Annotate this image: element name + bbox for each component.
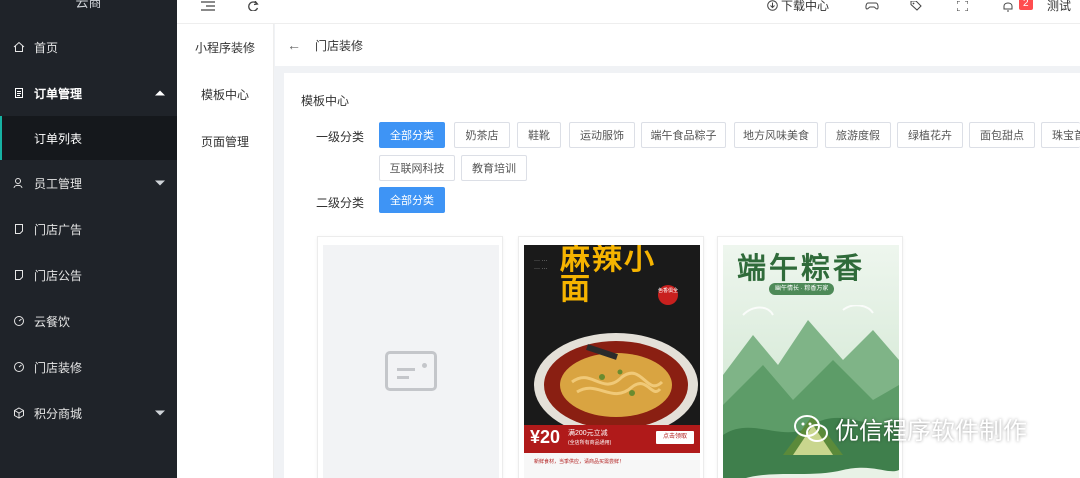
level1-tag-local-food[interactable]: 地方风味美食: [734, 122, 818, 148]
sidebar-item-staff[interactable]: 员工管理: [0, 160, 177, 206]
notice-text: 新鲜食材，当季供应，请商品买需尝鲜！: [534, 459, 625, 465]
sidebar-item-points-mall[interactable]: 积分商城: [0, 390, 177, 436]
wechat-icon: [794, 414, 828, 442]
sidebar-subitem-order-list[interactable]: 订单列表: [0, 116, 177, 160]
offer-text: 满200元立减 (全店所有商品通用): [568, 429, 611, 448]
page-icon: [12, 222, 26, 236]
level2-category-label: 二级分类: [316, 196, 365, 210]
offer-title: 满200元立减: [568, 430, 608, 437]
sidebar-item-store-notice[interactable]: 门店公告: [0, 252, 177, 298]
back-arrow-icon[interactable]: ←: [287, 37, 301, 53]
sidebar-subitem-label: 订单列表: [34, 131, 83, 146]
offer-note: (全店所有商品通用): [568, 440, 612, 446]
sidebar-item-label: 员工管理: [34, 176, 83, 191]
page-header: ← 门店装修: [275, 24, 1080, 66]
template-card-blank[interactable]: [317, 236, 503, 478]
poster-title: 麻辣小面: [560, 245, 656, 307]
download-center-label: 下载中心: [781, 0, 830, 13]
template-card-noodle[interactable]: ··· ··· ··· ··· 麻辣小面 色香俱全 ¥20 满200元立减 (全…: [518, 236, 704, 478]
download-center-button[interactable]: 下载中心: [767, 0, 829, 14]
level1-category-label: 一级分类: [316, 130, 365, 144]
bell-icon[interactable]: [1002, 0, 1014, 12]
sidebar-item-label: 云餐饮: [34, 314, 71, 329]
level1-tag-jewelry[interactable]: 珠宝首: [1041, 122, 1080, 148]
level1-tag-internet-tech[interactable]: 互联网科技: [379, 155, 455, 181]
gauge-icon: [12, 360, 26, 374]
notice-strip: 新鲜食材，当季供应，请商品买需尝鲜！: [524, 453, 700, 478]
brand-name: 云商: [75, 0, 102, 10]
top-header: 下载中心 2 测试: [177, 0, 1080, 24]
sidebar-item-label: 门店公告: [34, 268, 83, 283]
document-icon: [12, 86, 26, 100]
level1-tag-travel[interactable]: 旅游度假: [825, 122, 891, 148]
poster-subtitle: 幽午情长 · 粽香万家: [769, 283, 835, 295]
chevron-down-icon: [155, 410, 165, 416]
sidebar-item-orders[interactable]: 订单管理: [0, 70, 177, 116]
image-placeholder-icon: [385, 351, 437, 391]
gauge-icon: [12, 314, 26, 328]
decoration-subnav: 小程序装修 模板中心 页面管理: [177, 24, 274, 478]
watermark-text: 优信程序软件制作: [835, 418, 1027, 445]
sidebar-item-label: 门店装修: [34, 360, 83, 375]
sidebar-item-store-decoration[interactable]: 门店装修: [0, 344, 177, 390]
level2-tag-all[interactable]: 全部分类: [379, 187, 445, 213]
level1-tag-zongzi[interactable]: 端午食品粽子: [641, 122, 726, 148]
notification-badge: 2: [1019, 0, 1033, 10]
tag-icon[interactable]: [910, 0, 922, 12]
noodle-poster: ··· ··· ··· ··· 麻辣小面 色香俱全 ¥20 满200元立减 (全…: [524, 245, 700, 478]
user-icon: [12, 176, 26, 190]
level1-tag-plants[interactable]: 绿植花卉: [897, 122, 963, 148]
sidebar-item-store-ads[interactable]: 门店广告: [0, 206, 177, 252]
fullscreen-icon[interactable]: [957, 0, 968, 12]
subnav-item-template-center[interactable]: 模板中心: [177, 71, 273, 118]
level1-tag-all[interactable]: 全部分类: [379, 122, 445, 148]
chevron-down-icon: [155, 180, 165, 186]
gamepad-icon[interactable]: [865, 0, 879, 12]
level1-tag-milk-tea[interactable]: 奶茶店: [454, 122, 510, 148]
subnav-item-miniprogram[interactable]: 小程序装修: [177, 24, 273, 71]
poster-side-text: ··· ··· ··· ···: [534, 258, 548, 272]
section-title: 模板中心: [301, 94, 350, 108]
level1-tag-sportswear[interactable]: 运动服饰: [569, 122, 635, 148]
sidebar-item-label: 订单管理: [34, 86, 83, 101]
claim-coupon-button: 点击领取: [656, 431, 694, 444]
sidebar-item-home[interactable]: 首页: [0, 24, 177, 70]
sidebar-menu: 首页 订单管理 订单列表 员工管理 门店广告 门店公告 云餐饮 门店装修 积分商…: [0, 24, 177, 436]
subnav-item-page-management[interactable]: 页面管理: [177, 118, 273, 165]
sidebar-item-label: 门店广告: [34, 222, 83, 237]
template-placeholder-image: [323, 245, 499, 478]
poster-title: 端午粽香: [737, 251, 866, 285]
poster-stamp: 色香俱全: [658, 285, 678, 305]
mountain-scene-image: [723, 305, 899, 478]
level1-tag-bakery[interactable]: 面包甜点: [969, 122, 1035, 148]
noodle-bowl-image: [534, 333, 698, 437]
level1-tag-education[interactable]: 教育培训: [461, 155, 527, 181]
sidebar-item-label: 积分商城: [34, 406, 83, 421]
offer-price: ¥20: [530, 427, 561, 447]
sidebar-item-label: 首页: [34, 40, 59, 55]
page-icon: [12, 268, 26, 282]
cube-icon: [12, 406, 26, 420]
sidebar-item-cloud-dining[interactable]: 云餐饮: [0, 298, 177, 344]
user-menu[interactable]: 测试: [1047, 0, 1071, 14]
level1-tag-shoes[interactable]: 鞋靴: [517, 122, 561, 148]
watermark: 优信程序软件制作: [793, 411, 1027, 446]
collapse-menu-icon[interactable]: [201, 0, 215, 12]
page-title: 门店装修: [315, 38, 364, 53]
refresh-icon[interactable]: [247, 0, 259, 12]
home-icon: [12, 40, 26, 54]
chevron-up-icon: [155, 90, 165, 96]
sidebar: 云商 首页 订单管理 订单列表 员工管理 门店广告 门店公告 云餐饮 门店装修 …: [0, 0, 177, 478]
download-icon: [767, 0, 778, 11]
